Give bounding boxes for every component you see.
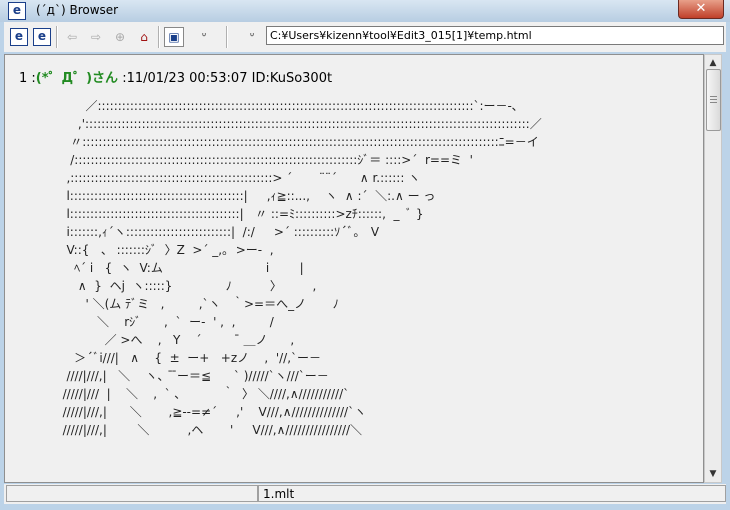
page-content[interactable]: 1 :(*゜Д゜)さん :11/01/23 00:53:07 ID:KuSo30…	[4, 54, 704, 483]
home-button[interactable]: ⌂	[134, 27, 154, 47]
status-cell-file: 1.mlt	[258, 485, 726, 502]
stop-icon: ⊕	[114, 30, 126, 44]
post-meta: :11/01/23 00:53:07 ID:KuSo300t	[118, 71, 333, 86]
forward-button[interactable]: ⇨	[86, 27, 106, 47]
scroll-grip	[710, 99, 717, 100]
address-face-button[interactable]: ᐡ	[242, 27, 262, 47]
title-bar[interactable]: e (´д`) Browser ✕	[0, 0, 730, 22]
view-button[interactable]: ▣	[164, 27, 184, 47]
toolbar-separator	[158, 26, 160, 48]
post-author-name: (*゜Д゜)さん	[35, 71, 119, 86]
toolbar: e e ⇦ ⇨ ⊕ ⌂ ▣ ᐡ ᐡ C:¥Users¥kizenn¥tool¥E…	[4, 22, 726, 52]
app-e-icon[interactable]: e	[8, 2, 26, 20]
browser-window: e (´д`) Browser ✕ e e ⇦ ⇨ ⊕ ⌂ ▣ ᐡ ᐡ C:¥U…	[0, 0, 730, 510]
status-file-name: 1.mlt	[263, 487, 295, 501]
back-arrow-icon: ⇦	[66, 30, 78, 44]
address-input[interactable]: C:¥Users¥kizenn¥tool¥Edit3_015[1]¥temp.h…	[266, 26, 724, 45]
stop-button[interactable]: ⊕	[110, 27, 130, 47]
aa-face-icon: ᐡ	[249, 30, 255, 44]
status-bar: 1.mlt	[4, 484, 726, 504]
aa-face-icon: ᐡ	[201, 30, 207, 44]
status-cell-left	[6, 485, 258, 502]
view-icon: ▣	[168, 30, 180, 44]
toolbar-separator	[56, 26, 58, 48]
close-button[interactable]: ✕	[678, 0, 724, 19]
scroll-grip	[710, 96, 717, 97]
e-browser-button-1[interactable]: e	[10, 28, 28, 46]
aa-face-button[interactable]: ᐡ	[194, 27, 214, 47]
back-button[interactable]: ⇦	[62, 27, 82, 47]
home-icon: ⌂	[140, 30, 148, 44]
post-header: 1 :(*゜Д゜)さん :11/01/23 00:53:07 ID:KuSo30…	[19, 67, 332, 86]
post-separator: :	[27, 71, 36, 86]
forward-arrow-icon: ⇨	[90, 30, 102, 44]
scroll-thumb[interactable]	[706, 69, 721, 131]
e-browser-button-2[interactable]: e	[33, 28, 51, 46]
ascii-art: ／:::::::::::::::::::::::::::::::::::::::…	[62, 99, 542, 437]
window-title: (´д`) Browser	[36, 3, 119, 17]
scroll-down-icon[interactable]: ▼	[705, 466, 721, 482]
toolbar-separator	[226, 26, 228, 48]
scroll-grip	[710, 102, 717, 103]
vertical-scrollbar[interactable]: ▲ ▼	[704, 54, 722, 483]
